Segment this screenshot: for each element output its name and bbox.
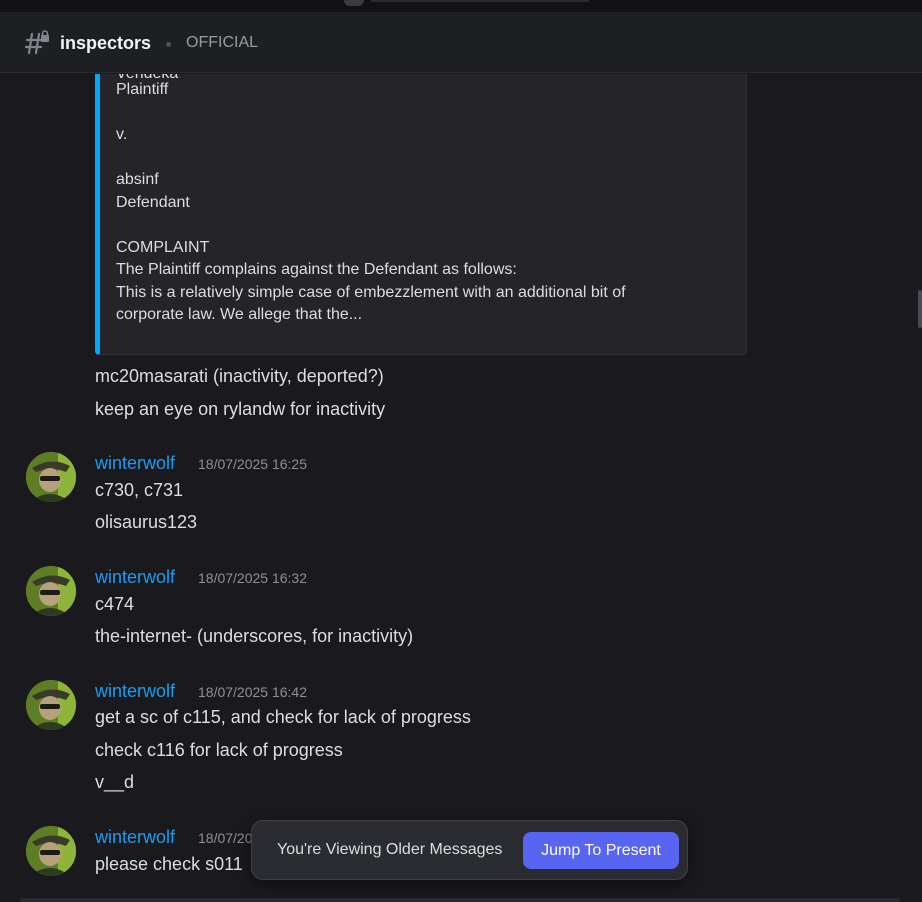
- message-embed: Vendeka Plaintiff v. absinf Defendant CO…: [95, 74, 747, 355]
- avatar-icon: [26, 826, 76, 876]
- message-timestamp[interactable]: 18/07/20: [198, 830, 253, 846]
- user-avatar[interactable]: [26, 826, 76, 876]
- message-text: mc20masarati (inactivity, deported?): [95, 366, 384, 386]
- embed-line: Plaintiff: [116, 81, 169, 98]
- message-author[interactable]: winterwolf: [95, 827, 175, 848]
- user-avatar[interactable]: [26, 452, 76, 502]
- channel-header: inspectors OFFICIAL: [0, 12, 922, 73]
- embed-line: The Plaintiff complains against the Defe…: [116, 261, 517, 278]
- avatar-icon: [26, 680, 76, 730]
- older-messages-label: You're Viewing Older Messages: [277, 841, 503, 858]
- user-avatar[interactable]: [26, 680, 76, 730]
- server-icon: [344, 0, 364, 6]
- user-avatar[interactable]: [26, 566, 76, 616]
- message-author[interactable]: winterwolf: [95, 453, 175, 474]
- locked-channel-hash-icon: [24, 30, 49, 55]
- message-timestamp[interactable]: 18/07/2025 16:25: [198, 456, 307, 472]
- window-top-strip: [0, 0, 922, 12]
- scrollbar-thumb[interactable]: [918, 290, 922, 328]
- window-title-placeholder: [370, 0, 590, 2]
- embed-line: absinf: [116, 171, 159, 188]
- avatar-icon: [26, 452, 76, 502]
- header-separator-dot: [166, 42, 171, 47]
- older-messages-bar: You're Viewing Older Messages Jump To Pr…: [251, 820, 688, 880]
- avatar-icon: [26, 566, 76, 616]
- message-text: v__d: [95, 772, 135, 792]
- channel-name[interactable]: inspectors: [60, 33, 151, 54]
- message-list[interactable]: Vendeka Plaintiff v. absinf Defendant CO…: [0, 74, 910, 902]
- message-text: olisaurus123: [95, 512, 198, 532]
- message-timestamp[interactable]: 18/07/2025 16:42: [198, 684, 307, 700]
- channel-topic[interactable]: OFFICIAL: [186, 34, 258, 52]
- message-text: the-internet- (underscores, for inactivi…: [95, 626, 414, 646]
- message-author[interactable]: winterwolf: [95, 681, 175, 702]
- message-author[interactable]: winterwolf: [95, 567, 175, 588]
- message-text: check c116 for lack of progress: [95, 740, 343, 760]
- embed-line: v.: [116, 126, 128, 143]
- composer-edge: [20, 898, 900, 902]
- message-text: get a sc of c115, and check for lack of …: [95, 707, 471, 727]
- jump-to-present-button[interactable]: Jump To Present: [523, 832, 679, 869]
- embed-line: corporate law. We allege that the...: [116, 306, 363, 323]
- embed-line: COMPLAINT: [116, 239, 210, 256]
- message-text: c474: [95, 594, 135, 614]
- embed-line: This is a relatively simple case of embe…: [116, 284, 626, 301]
- embed-line: Defendant: [116, 194, 190, 211]
- message-text: c730, c731: [95, 480, 184, 500]
- message-timestamp[interactable]: 18/07/2025 16:32: [198, 570, 307, 586]
- message-text: keep an eye on rylandw for inactivity: [95, 399, 386, 419]
- message-text: please check s011: [95, 854, 243, 874]
